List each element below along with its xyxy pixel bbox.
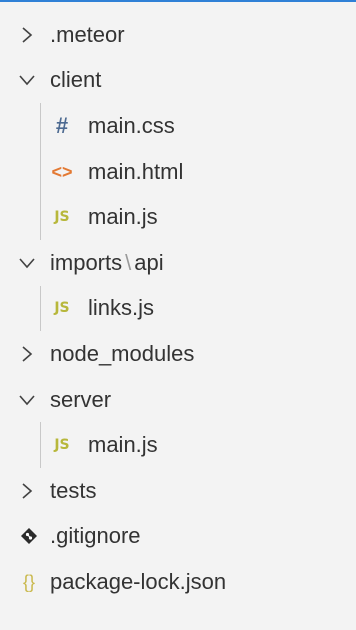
js-file-icon: JS — [54, 300, 70, 317]
indent-guide — [40, 422, 41, 468]
indent-guide — [40, 103, 41, 149]
file-label: links.js — [88, 295, 155, 321]
file-label: main.js — [88, 204, 158, 230]
git-icon — [18, 527, 40, 545]
tree-folder-client[interactable]: client — [0, 58, 356, 104]
tree-folder-server[interactable]: server — [0, 377, 356, 423]
path-separator: \ — [125, 249, 132, 275]
file-label: main.css — [88, 112, 175, 138]
js-file-icon: JS — [54, 437, 70, 454]
chevron-right-icon — [18, 26, 36, 44]
active-panel-indicator — [0, 0, 356, 2]
folder-label: client — [50, 67, 102, 93]
folder-label: api — [134, 249, 164, 275]
indent-guide — [40, 194, 41, 240]
chevron-right-icon — [18, 482, 36, 500]
tree-file-gitignore[interactable]: .gitignore — [0, 514, 356, 560]
tree-folder-tests[interactable]: tests — [0, 468, 356, 514]
tree-file-client-main-css[interactable]: # main.css — [0, 103, 356, 149]
tree-file-server-main-js[interactable]: JS main.js — [0, 422, 356, 468]
tree-folder-node-modules[interactable]: node_modules — [0, 331, 356, 377]
folder-label: .meteor — [50, 21, 125, 47]
tree-file-links-js[interactable]: JS links.js — [0, 285, 356, 332]
tree-file-client-main-html[interactable]: <> main.html — [0, 148, 356, 195]
tree-file-package-lock-json[interactable]: {} package-lock.json — [0, 559, 356, 605]
file-explorer-tree: .meteor client # main.css <> main.html J… — [0, 12, 356, 605]
indent-guide — [40, 285, 41, 332]
folder-label: tests — [50, 477, 97, 503]
chevron-right-icon — [18, 345, 36, 363]
json-file-icon: {} — [22, 571, 36, 592]
folder-label: node_modules — [50, 340, 195, 366]
chevron-down-icon — [18, 71, 36, 89]
css-file-icon: # — [55, 112, 69, 138]
file-label: package-lock.json — [50, 568, 227, 594]
js-file-icon: JS — [54, 209, 70, 226]
tree-folder-imports-api[interactable]: imports \ api — [0, 240, 356, 286]
html-file-icon: <> — [51, 161, 73, 182]
folder-label: server — [50, 386, 112, 412]
file-label: main.js — [88, 432, 158, 458]
tree-folder-meteor[interactable]: .meteor — [0, 12, 356, 58]
chevron-down-icon — [18, 391, 36, 409]
indent-guide — [40, 148, 41, 195]
file-label: main.html — [88, 158, 184, 184]
folder-label: imports — [50, 249, 123, 275]
chevron-down-icon — [18, 254, 36, 272]
tree-file-client-main-js[interactable]: JS main.js — [0, 194, 356, 240]
file-label: .gitignore — [50, 523, 141, 549]
